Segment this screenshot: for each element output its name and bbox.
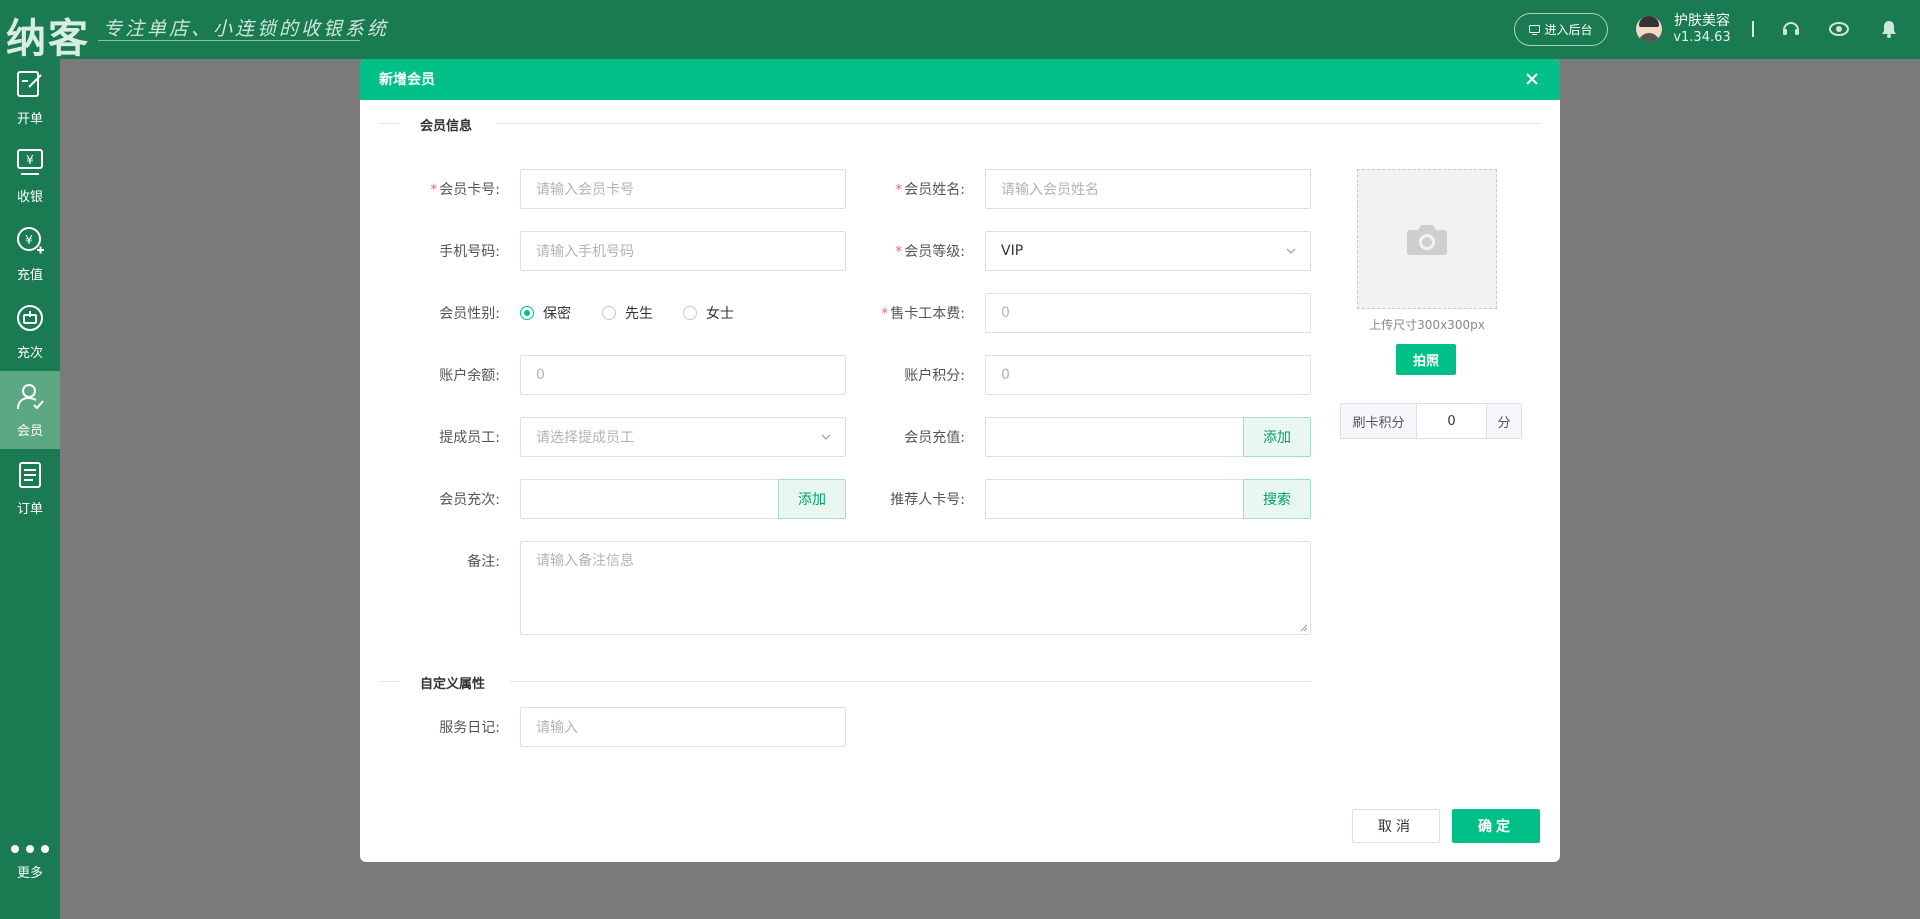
remark-textarea[interactable]: 请输入备注信息 bbox=[520, 541, 1311, 635]
sidebar-item-recharge[interactable]: ¥ 充值 bbox=[0, 215, 60, 293]
section-title-member-info: 会员信息 bbox=[420, 119, 473, 134]
section-line bbox=[510, 681, 1311, 682]
card-no-label: * 会员卡号: bbox=[430, 182, 500, 198]
radio-label: 保密 bbox=[543, 306, 571, 322]
gender-radio-female[interactable]: 女士 bbox=[683, 303, 734, 323]
name-label: * 会员姓名: bbox=[895, 182, 965, 198]
staff-placeholder: 请选择提成员工 bbox=[536, 430, 634, 446]
confirm-button[interactable]: 确定 bbox=[1452, 809, 1540, 843]
service-diary-label: 服务日记: bbox=[439, 720, 500, 736]
swipe-points-input[interactable]: 0 bbox=[1417, 404, 1487, 438]
phone-label: 手机号码: bbox=[439, 244, 500, 260]
radio-dot bbox=[683, 306, 697, 320]
svg-text:¥: ¥ bbox=[25, 233, 33, 247]
dialog-header: 新增会员 bbox=[360, 59, 1560, 100]
camera-icon bbox=[1407, 225, 1447, 255]
referrer-label: 推荐人卡号: bbox=[890, 492, 965, 508]
svg-text:¥: ¥ bbox=[26, 153, 34, 167]
sidebar-item-label: 充次 bbox=[16, 346, 43, 361]
app-logo: 纳客 bbox=[6, 15, 90, 62]
sidebar-item-label: 会员 bbox=[16, 424, 43, 439]
balance-label: 账户余额: bbox=[439, 368, 500, 384]
sidebar-item-billing[interactable]: 开单 bbox=[0, 59, 60, 137]
sidebar-item-cashier[interactable]: ¥ 收银 bbox=[0, 137, 60, 215]
eye-icon[interactable] bbox=[1828, 18, 1850, 40]
radio-dot bbox=[520, 306, 534, 320]
app-slogan: 专注单店、小连锁的收银系统 bbox=[103, 18, 390, 40]
enter-backend-label: 进入后台 bbox=[1544, 23, 1593, 37]
staff-label: 提成员工: bbox=[439, 430, 500, 446]
close-icon[interactable] bbox=[1522, 69, 1542, 89]
recharge-add-button[interactable]: 添加 bbox=[1243, 417, 1311, 457]
resize-handle-icon[interactable] bbox=[1300, 624, 1308, 632]
more-icon bbox=[11, 845, 49, 853]
sidebar-item-label: 订单 bbox=[16, 502, 43, 517]
radio-label: 先生 bbox=[625, 306, 653, 322]
top-divider bbox=[1752, 21, 1754, 37]
sidebar-item-member[interactable]: 会员 bbox=[0, 371, 60, 449]
add-member-dialog: 新增会员 会员信息 * 会员卡号: 请输入会员卡号 * 会员姓名: 请输入会员姓名 … bbox=[360, 59, 1560, 862]
level-label: * 会员等级: bbox=[895, 244, 965, 260]
name-input[interactable]: 请输入会员姓名 bbox=[985, 169, 1311, 209]
sidebar-item-label: 开单 bbox=[16, 112, 43, 127]
app-version: v1.34.63 bbox=[1673, 30, 1731, 45]
card-fee-input[interactable]: 0 bbox=[985, 293, 1311, 333]
section-line bbox=[379, 123, 399, 124]
edit-icon bbox=[17, 71, 42, 97]
order-icon bbox=[19, 462, 41, 488]
dialog-title: 新增会员 bbox=[379, 72, 435, 88]
swipe-points-label: 刷卡积分 bbox=[1341, 404, 1417, 438]
enter-backend-button[interactable]: 进入后台 bbox=[1514, 13, 1608, 46]
avatar[interactable] bbox=[1636, 16, 1662, 42]
recharge-input[interactable]: 添加 bbox=[985, 417, 1311, 457]
recharge-icon: ¥ bbox=[17, 227, 44, 254]
sidebar-item-count[interactable]: 充次 bbox=[0, 293, 60, 371]
section-line bbox=[379, 681, 399, 682]
headset-icon[interactable] bbox=[1780, 18, 1802, 40]
avatar-upload[interactable] bbox=[1357, 169, 1497, 309]
gender-radio-male[interactable]: 先生 bbox=[602, 303, 653, 323]
sidebar-more-label: 更多 bbox=[16, 866, 43, 881]
cashier-icon: ¥ bbox=[17, 149, 43, 175]
radio-dot bbox=[602, 306, 616, 320]
remark-label: 备注: bbox=[467, 554, 500, 570]
sidebar-item-label: 充值 bbox=[16, 268, 43, 283]
section-line bbox=[496, 123, 1541, 124]
referrer-input[interactable]: 搜索 bbox=[985, 479, 1311, 519]
points-input[interactable]: 0 bbox=[985, 355, 1311, 395]
card-fee-label: * 售卡工本费: bbox=[881, 306, 965, 322]
upload-hint: 上传尺寸300x300px bbox=[1369, 318, 1485, 332]
gender-radio-secret[interactable]: 保密 bbox=[520, 303, 571, 323]
sidebar-item-label: 收银 bbox=[16, 190, 43, 205]
sidebar-more[interactable]: 更多 bbox=[0, 840, 60, 900]
shop-name[interactable]: 护肤美容 bbox=[1672, 10, 1732, 30]
swipe-points-unit: 分 bbox=[1487, 404, 1521, 438]
count-recharge-label: 会员充次: bbox=[439, 492, 500, 508]
service-diary-input[interactable]: 请输入 bbox=[520, 707, 846, 747]
count-icon bbox=[17, 305, 43, 331]
take-photo-button[interactable]: 拍照 bbox=[1396, 344, 1456, 375]
swipe-points-group: 刷卡积分 0 分 bbox=[1340, 403, 1522, 439]
level-value: VIP bbox=[1001, 243, 1024, 259]
recharge-label: 会员充值: bbox=[904, 430, 965, 446]
sidebar-item-order[interactable]: 订单 bbox=[0, 449, 60, 527]
bell-icon[interactable] bbox=[1878, 18, 1900, 40]
monitor-icon bbox=[1529, 24, 1541, 35]
remark-placeholder: 请输入备注信息 bbox=[536, 553, 634, 569]
slogan-underline bbox=[98, 40, 360, 41]
sidebar: 开单 ¥ 收银 ¥ 充值 充次 会员 订单 更多 bbox=[0, 59, 60, 919]
level-select[interactable]: VIP bbox=[985, 231, 1311, 271]
cancel-button[interactable]: 取消 bbox=[1352, 809, 1440, 843]
gender-label: 会员性别: bbox=[439, 306, 500, 322]
referrer-search-button[interactable]: 搜索 bbox=[1243, 479, 1311, 519]
section-title-custom: 自定义属性 bbox=[420, 677, 486, 692]
points-label: 账户积分: bbox=[904, 368, 965, 384]
top-bar: 纳客 专注单店、小连锁的收银系统 进入后台 护肤美容 v1.34.63 bbox=[0, 0, 1920, 62]
member-icon bbox=[17, 384, 44, 410]
chevron-down-icon bbox=[1286, 248, 1296, 254]
radio-label: 女士 bbox=[706, 306, 734, 322]
